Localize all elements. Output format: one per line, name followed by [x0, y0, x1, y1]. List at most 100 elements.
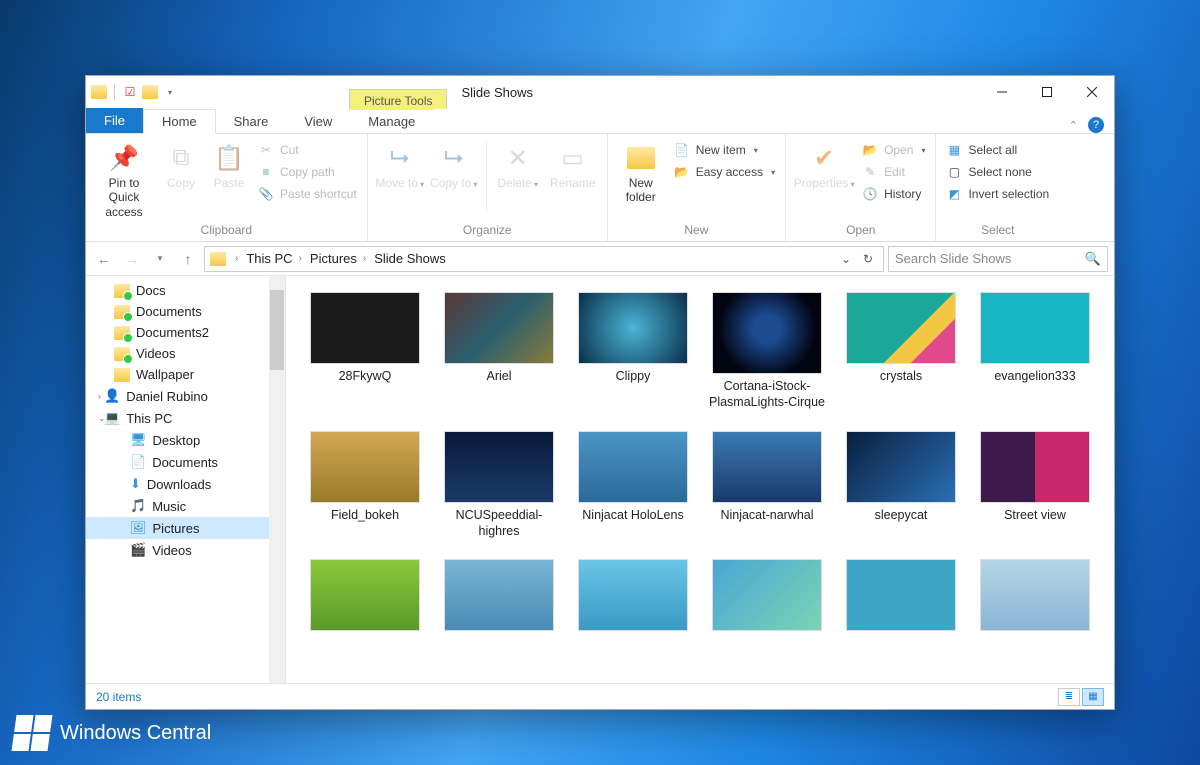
watermark-text: Windows Central — [60, 722, 211, 745]
file-item[interactable] — [572, 559, 694, 635]
maximize-button[interactable] — [1024, 76, 1069, 108]
thumbnail — [444, 292, 554, 364]
explorer-window: ☑ ▾ Picture Tools Slide Shows File Home … — [85, 75, 1115, 710]
tree-item-videos[interactable]: Videos — [86, 343, 285, 364]
invert-selection-button[interactable]: ◩Invert selection — [942, 184, 1053, 204]
tab-file[interactable]: File — [86, 108, 143, 133]
breadcrumb-slide-shows[interactable]: Slide Shows — [374, 251, 446, 266]
thumbnails-view-button[interactable]: ▦ — [1082, 688, 1104, 706]
address-bar[interactable]: › This PC› Pictures› Slide Shows ⌄ ↻ — [204, 246, 884, 272]
tree-item-user[interactable]: ›👤Daniel Rubino — [86, 385, 285, 407]
copy-to-button[interactable]: ⮡ Copy to▾ — [428, 136, 480, 190]
file-item[interactable]: evangelion333 — [974, 292, 1096, 411]
select-none-button[interactable]: ▢Select none — [942, 162, 1053, 182]
recent-dropdown[interactable]: ▾ — [148, 247, 172, 271]
file-item[interactable] — [438, 559, 560, 635]
qat-dropdown-icon[interactable]: ▾ — [161, 83, 179, 101]
file-item[interactable]: crystals — [840, 292, 962, 411]
easy-access-button[interactable]: 📂Easy access▾ — [670, 162, 779, 182]
edit-icon: ✎ — [862, 164, 878, 180]
select-none-icon: ▢ — [946, 164, 962, 180]
paste-shortcut-button[interactable]: 📎Paste shortcut — [254, 184, 361, 204]
new-folder-icon — [625, 142, 657, 174]
file-item[interactable] — [706, 559, 828, 635]
tree-item-pictures[interactable]: 🖼Pictures — [86, 517, 285, 539]
group-clipboard-label: Clipboard — [92, 221, 361, 241]
file-item[interactable] — [974, 559, 1096, 635]
navigation-pane: Docs Documents Documents2 Videos Wallpap… — [86, 276, 286, 683]
details-view-button[interactable]: ≣ — [1058, 688, 1080, 706]
pc-icon: 💻 — [104, 410, 120, 426]
edit-button[interactable]: ✎Edit — [858, 162, 929, 182]
tree-item-music[interactable]: 🎵Music — [86, 495, 285, 517]
tab-home[interactable]: Home — [143, 109, 216, 134]
pin-icon: 📌 — [108, 142, 140, 174]
file-item[interactable]: Cortana-iStock-PlasmaLights-Cirque — [706, 292, 828, 411]
thumbnail — [980, 559, 1090, 631]
tree-item-wallpaper[interactable]: Wallpaper — [86, 364, 285, 385]
new-item-icon: 📄 — [674, 142, 690, 158]
tree-item-docs[interactable]: Docs — [86, 280, 285, 301]
rename-button[interactable]: ▭ Rename — [545, 136, 601, 190]
back-button[interactable]: ← — [92, 247, 116, 271]
file-item[interactable]: Street view — [974, 431, 1096, 540]
tree-item-desktop[interactable]: 🖥Desktop — [86, 429, 285, 451]
file-item[interactable]: 28FkywQ — [304, 292, 426, 411]
copy-button[interactable]: ⧉ Copy — [158, 136, 204, 190]
collapse-ribbon-icon[interactable]: ⌃ — [1069, 119, 1078, 132]
sidebar-scrollbar[interactable] — [269, 276, 285, 683]
thumbnail — [712, 292, 822, 374]
documents-icon: 📄 — [130, 454, 146, 470]
open-button[interactable]: 📂Open▾ — [858, 140, 929, 160]
cut-button[interactable]: ✂Cut — [254, 140, 361, 160]
file-item[interactable]: Clippy — [572, 292, 694, 411]
new-folder-button[interactable]: New folder — [614, 136, 668, 205]
breadcrumb-pictures[interactable]: Pictures› — [310, 251, 370, 266]
forward-button[interactable]: → — [120, 247, 144, 271]
up-button[interactable]: ↑ — [176, 247, 200, 271]
properties-button[interactable]: ✔ Properties▾ — [792, 136, 856, 190]
close-button[interactable] — [1069, 76, 1114, 108]
qat-newfolder-icon[interactable] — [141, 83, 159, 101]
search-placeholder: Search Slide Shows — [895, 251, 1011, 266]
tree-item-downloads[interactable]: ⬇Downloads — [86, 473, 285, 495]
file-item[interactable]: sleepycat — [840, 431, 962, 540]
file-item[interactable] — [840, 559, 962, 635]
delete-button[interactable]: ✕ Delete▾ — [493, 136, 543, 190]
file-item[interactable]: Field_bokeh — [304, 431, 426, 540]
qat-properties-icon[interactable]: ☑ — [121, 83, 139, 101]
file-list: 28FkywQ Ariel Clippy Cortana-iStock-Plas… — [286, 276, 1114, 683]
tree-item-documents-pc[interactable]: 📄Documents — [86, 451, 285, 473]
pin-quick-access-button[interactable]: 📌 Pin to Quick access — [92, 136, 156, 219]
file-item[interactable] — [304, 559, 426, 635]
tab-manage[interactable]: Manage — [350, 107, 433, 133]
new-item-button[interactable]: 📄New item▾ — [670, 140, 779, 160]
tree-item-this-pc[interactable]: ⌄💻This PC — [86, 407, 285, 429]
refresh-button[interactable]: ↻ — [857, 252, 879, 266]
folder-icon — [90, 83, 108, 101]
file-item[interactable]: Ninjacat HoloLens — [572, 431, 694, 540]
help-icon[interactable]: ? — [1088, 117, 1104, 133]
tree-item-documents[interactable]: Documents — [86, 301, 285, 322]
tree-item-documents2[interactable]: Documents2 — [86, 322, 285, 343]
move-to-button[interactable]: ⮡ Move to▾ — [374, 136, 426, 190]
file-item[interactable]: Ariel — [438, 292, 560, 411]
desktop-icon: 🖥 — [130, 432, 147, 448]
select-all-button[interactable]: ▦Select all — [942, 140, 1053, 160]
address-dropdown[interactable]: ⌄ — [835, 252, 857, 266]
tree-item-videos-pc[interactable]: 🎬Videos — [86, 539, 285, 561]
thumbnail — [980, 431, 1090, 503]
thumbnail — [578, 559, 688, 631]
copy-path-icon: ≡ — [258, 164, 274, 180]
history-button[interactable]: 🕓History — [858, 184, 929, 204]
search-input[interactable]: Search Slide Shows 🔍 — [888, 246, 1108, 272]
tab-view[interactable]: View — [286, 110, 350, 133]
breadcrumb-this-pc[interactable]: This PC› — [246, 251, 306, 266]
file-item[interactable]: Ninjacat-narwhal — [706, 431, 828, 540]
tab-share[interactable]: Share — [216, 110, 287, 133]
file-item[interactable]: NCUSpeeddial-highres — [438, 431, 560, 540]
paste-button[interactable]: 📋 Paste — [206, 136, 252, 190]
minimize-button[interactable] — [979, 76, 1024, 108]
select-all-icon: ▦ — [946, 142, 962, 158]
copy-path-button[interactable]: ≡Copy path — [254, 162, 361, 182]
